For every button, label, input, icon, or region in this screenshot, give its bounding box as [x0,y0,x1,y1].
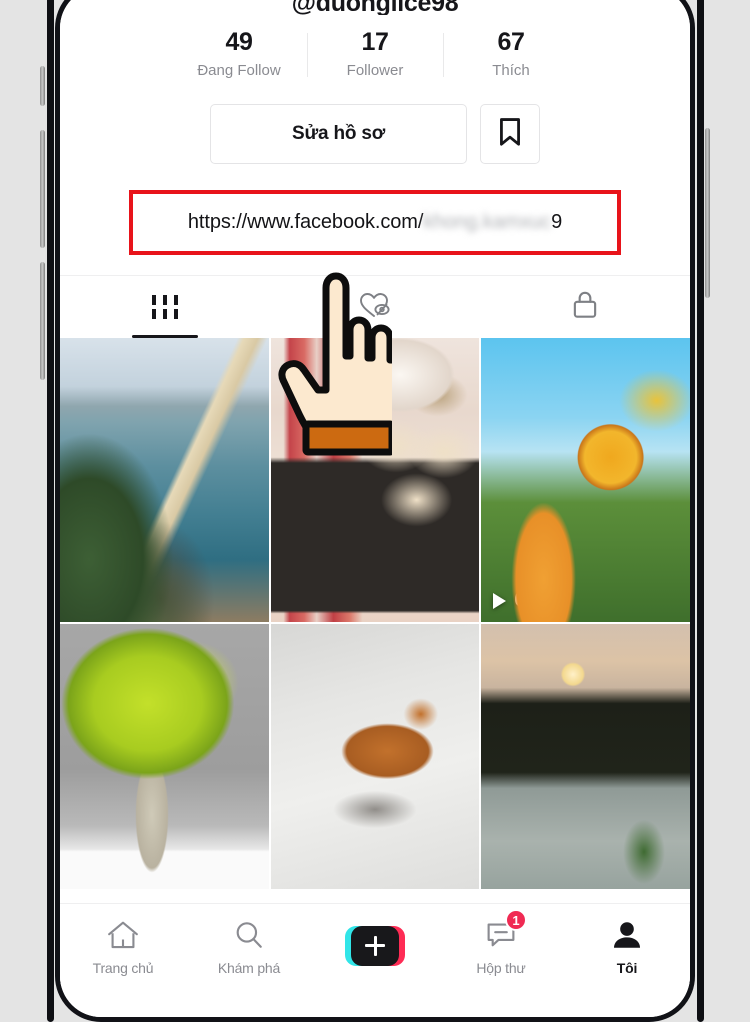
lock-icon [571,289,599,326]
play-icon [282,592,296,609]
stat-likes-value: 67 [497,28,525,56]
profile-tabs [60,276,690,338]
play-count-value-1: 53 [303,589,326,611]
tab-liked-hidden[interactable] [270,276,480,338]
play-icon [72,592,85,609]
stat-followers-label: Follower [346,62,404,79]
bookmark-icon [497,117,523,152]
nav-item-profile[interactable]: Tôi [564,915,690,976]
stat-followers-value: 17 [361,28,389,56]
edit-profile-button[interactable]: Sửa hồ sơ [210,104,467,164]
plus-icon [351,925,399,966]
search-icon [233,915,265,955]
play-count-value-0: 52 [93,589,116,611]
nav-item-home[interactable]: Trang chủ [60,915,186,976]
play-count-1: 53 [282,589,326,612]
phone-volume-up-button[interactable] [40,130,45,248]
phone-frame: @duonglice98 49 Đang Follow 17 Follower … [55,0,695,1022]
nav-label-discover: Khám phá [217,960,281,976]
phone-volume-down-button[interactable] [40,262,45,380]
bio-url-visible-text: https://www.facebook.com/ [187,211,424,233]
stat-likes-label: Thích [492,62,530,79]
nav-label-inbox: Hộp thư [476,960,526,976]
tab-private[interactable] [480,276,690,338]
bookmark-button[interactable] [480,104,540,164]
bio-url-suffix-text: 9 [551,211,563,233]
inbox-badge: 1 [505,909,527,931]
phone-screen: @duonglice98 49 Đang Follow 17 Follower … [60,0,690,1017]
nav-item-create[interactable] [312,925,438,966]
bio-url-blurred-text: khong.kamxuc [423,211,552,233]
bio-url-wrap: https://www.facebook.com/khong.kamxuc9 [60,190,690,255]
stat-likes[interactable]: 67 Thích [443,27,579,82]
tab-posts[interactable] [60,276,270,338]
bottom-navigation-bar: Trang chủ Khám phá 1 Hộp thư Tôi [60,903,690,987]
heart-slash-icon [358,290,392,325]
phone-power-button[interactable] [705,128,710,298]
nav-label-home: Trang chủ [92,960,154,976]
phone-frame-left-edge [47,0,54,1022]
create-post-button[interactable] [345,925,405,966]
play-count-0: 52 [72,589,115,612]
stat-followers[interactable]: 17 Follower [307,27,443,82]
phone-mute-switch[interactable] [40,66,45,106]
play-count-value-2: 0 [514,589,526,611]
bio-url-highlight-box: https://www.facebook.com/khong.kamxuc9 [129,190,621,255]
stat-following-label: Đang Follow [197,62,281,79]
media-cell-4[interactable] [270,624,480,889]
play-icon [493,592,507,609]
nav-item-inbox[interactable]: 1 Hộp thư [438,909,564,976]
play-count-2: 0 [493,589,525,612]
message-icon: 1 [485,909,527,955]
profile-actions-row: Sửa hồ sơ [60,104,690,164]
media-cell-3[interactable] [60,624,269,889]
person-icon [611,915,643,955]
profile-username: @duonglice98 [291,0,459,15]
profile-stats-row: 49 Đang Follow 17 Follower 67 Thích [60,27,690,82]
media-cell-2[interactable]: 0 [481,338,690,622]
nav-item-discover[interactable]: Khám phá [186,915,312,976]
home-icon [106,915,140,955]
media-cell-0[interactable]: 52 [60,338,269,622]
bio-url-field[interactable]: https://www.facebook.com/khong.kamxuc9 [188,211,562,234]
media-cell-5[interactable] [481,624,690,889]
grid-icon [152,295,178,319]
media-grid: 52 53 0 [60,338,690,889]
phone-frame-right-edge [697,0,704,1022]
stat-following[interactable]: 49 Đang Follow [171,27,307,82]
stat-following-value: 49 [225,28,253,56]
media-cell-1[interactable]: 53 [270,338,480,622]
nav-label-profile: Tôi [616,960,638,976]
